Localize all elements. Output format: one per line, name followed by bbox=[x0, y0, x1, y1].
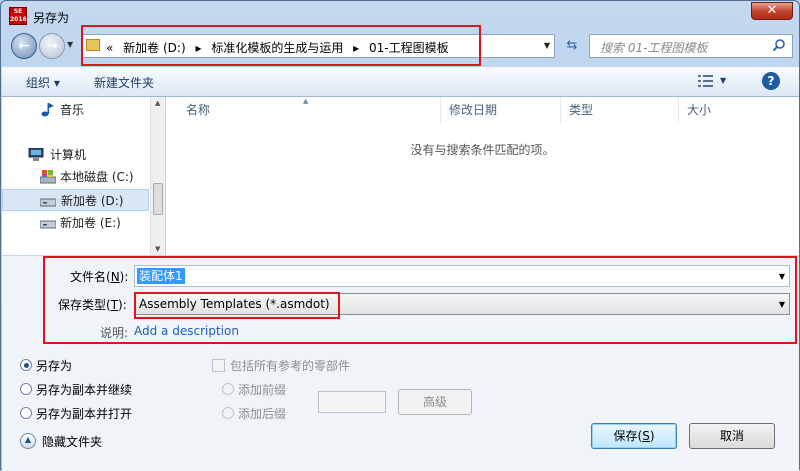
window-title: 另存为 bbox=[33, 11, 70, 25]
scroll-up-icon[interactable]: ▲ bbox=[155, 99, 160, 107]
back-button[interactable]: ← bbox=[11, 33, 37, 59]
radio-save-copy-open[interactable] bbox=[20, 407, 32, 419]
prefix-suffix-input[interactable] bbox=[318, 391, 386, 413]
save-type-highlight-box bbox=[134, 292, 340, 319]
empty-results-message: 没有与搜索条件匹配的项。 bbox=[410, 143, 555, 157]
nav-item-label: 本地磁盘 (C:) bbox=[60, 170, 134, 184]
nav-item-label: 新加卷 (E:) bbox=[60, 216, 121, 230]
column-header-modified[interactable]: 修改日期 bbox=[441, 97, 561, 123]
nav-item-drive-d[interactable]: 新加卷 (D:) bbox=[2, 189, 149, 211]
refresh-button[interactable]: ⇆ bbox=[561, 34, 583, 58]
save-button[interactable]: 保存(S) bbox=[591, 423, 677, 449]
options-panel: 另存为 另存为副本并继续 另存为副本并打开 包括所有参考的零部件 添加前缀 添加… bbox=[2, 347, 799, 471]
refresh-icon: ⇆ bbox=[566, 38, 578, 53]
option-save-copy-continue-label: 另存为副本并继续 bbox=[36, 383, 133, 397]
history-dropdown-icon[interactable]: ▼ bbox=[67, 40, 73, 49]
drive-icon bbox=[40, 220, 56, 229]
views-icon[interactable] bbox=[698, 74, 714, 88]
column-header-name[interactable]: 名称 bbox=[178, 97, 441, 123]
radio-save-copy-continue[interactable] bbox=[20, 383, 32, 395]
nav-item-drive-e[interactable]: 新加卷 (E:) bbox=[2, 212, 149, 234]
address-highlight-box bbox=[81, 25, 481, 66]
address-dropdown-icon[interactable]: ▼ bbox=[544, 41, 550, 50]
add-suffix-label: 添加后缀 bbox=[238, 407, 287, 421]
radio-add-prefix[interactable] bbox=[222, 383, 234, 395]
search-placeholder: 搜索 01-工程图模板 bbox=[600, 41, 708, 55]
include-refs-checkbox[interactable] bbox=[212, 359, 225, 372]
advanced-button[interactable]: 高级 bbox=[398, 389, 472, 415]
nav-item-label: 音乐 bbox=[60, 103, 85, 117]
file-list-pane: ▲ 名称 修改日期 类型 大小 没有与搜索条件匹配的项。 bbox=[166, 97, 799, 255]
column-header-size[interactable]: 大小 bbox=[679, 97, 789, 123]
drive-icon bbox=[40, 198, 56, 207]
nav-scrollbar[interactable]: ▲ ▼ bbox=[150, 97, 165, 255]
nav-item-music[interactable]: 音乐 bbox=[2, 99, 149, 121]
nav-item-computer[interactable]: 计算机 bbox=[2, 144, 149, 166]
arrow-right-icon: → bbox=[46, 38, 58, 54]
search-box[interactable]: 搜索 01-工程图模板 bbox=[589, 34, 793, 58]
help-icon[interactable]: ? bbox=[762, 72, 780, 90]
chevron-up-icon[interactable]: ▲ bbox=[20, 433, 36, 449]
add-prefix-label: 添加前缀 bbox=[238, 383, 287, 397]
radio-add-suffix[interactable] bbox=[222, 407, 234, 419]
close-button[interactable]: ✕ bbox=[751, 2, 793, 20]
views-dropdown-icon[interactable]: ▼ bbox=[720, 76, 726, 85]
include-refs-label: 包括所有参考的零部件 bbox=[230, 359, 351, 373]
save-as-dialog: SE 2016 另存为 ✕ ← → ▼ « 新加卷 (D:) ▸ 标准化模板的生成… bbox=[0, 0, 800, 471]
scrollbar-thumb[interactable] bbox=[153, 183, 163, 215]
navigation-pane: 音乐 计算机 本地磁盘 (C:) 新加卷 (D:) 新加卷 (E:) ▲ ▼ bbox=[2, 97, 165, 255]
nav-item-label: 计算机 bbox=[50, 148, 87, 162]
local-disk-icon bbox=[40, 170, 56, 184]
nav-item-label: 新加卷 (D:) bbox=[61, 194, 124, 208]
column-header-type[interactable]: 类型 bbox=[561, 97, 679, 123]
forward-button[interactable]: → bbox=[39, 33, 65, 59]
option-save-as-label: 另存为 bbox=[36, 359, 73, 373]
new-folder-button[interactable]: 新建文件夹 bbox=[94, 74, 154, 91]
search-icon[interactable] bbox=[772, 38, 786, 52]
computer-icon bbox=[28, 148, 44, 161]
solid-edge-app-icon: SE 2016 bbox=[9, 7, 27, 25]
arrow-left-icon: ← bbox=[18, 38, 30, 54]
hide-folders-label[interactable]: 隐藏文件夹 bbox=[42, 433, 102, 450]
option-save-copy-open-label: 另存为副本并打开 bbox=[36, 407, 133, 421]
radio-save-as[interactable] bbox=[20, 359, 32, 371]
organize-menu[interactable]: 组织 ▾ bbox=[26, 74, 60, 91]
music-icon bbox=[41, 103, 54, 117]
scroll-down-icon[interactable]: ▼ bbox=[155, 245, 160, 253]
toolbar: 组织 ▾ 新建文件夹 ▼ ? bbox=[2, 67, 799, 97]
cancel-button[interactable]: 取消 bbox=[689, 423, 775, 449]
nav-item-local-disk-c[interactable]: 本地磁盘 (C:) bbox=[2, 166, 149, 188]
